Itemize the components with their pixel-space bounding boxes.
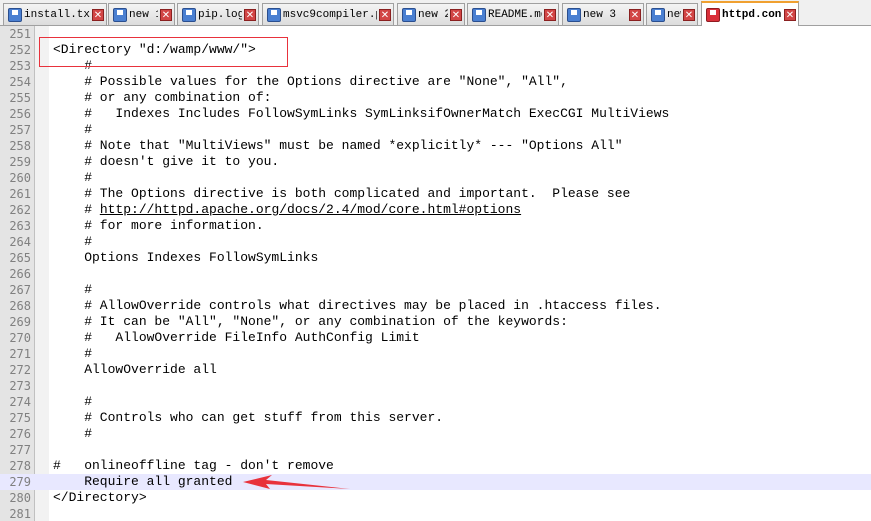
- close-tab-icon[interactable]: ✕: [544, 8, 556, 21]
- tab-label: msvc9compiler.py: [283, 8, 377, 21]
- tab-new-4[interactable]: new 4✕: [646, 3, 698, 25]
- tab-label: install.txt: [24, 8, 90, 21]
- saved-file-icon: [567, 7, 581, 22]
- tab-label: httpd.conf: [722, 8, 782, 21]
- saved-file-icon: [182, 7, 196, 22]
- saved-file-icon: [113, 7, 127, 22]
- saved-file-icon: [651, 7, 665, 22]
- tab-label: new 2: [418, 8, 448, 21]
- close-tab-icon[interactable]: ✕: [629, 8, 641, 21]
- close-tab-icon[interactable]: ✕: [450, 8, 462, 21]
- close-tab-icon[interactable]: ✕: [244, 8, 256, 21]
- close-tab-icon[interactable]: ✕: [379, 8, 391, 21]
- tab-httpd-conf[interactable]: httpd.conf ✕: [701, 1, 799, 26]
- unsaved-file-icon: [706, 7, 720, 22]
- tab-new-2[interactable]: new 2 ✕: [397, 3, 465, 25]
- tab-label: new 3: [583, 8, 617, 21]
- tab-new-3[interactable]: new 3 ✕: [562, 3, 644, 25]
- saved-file-icon: [267, 7, 281, 22]
- close-tab-icon[interactable]: ✕: [683, 8, 695, 21]
- saved-file-icon: [472, 7, 486, 22]
- close-tab-icon[interactable]: ✕: [92, 8, 104, 21]
- tab-readme-md[interactable]: README.md ✕: [467, 3, 559, 25]
- annotation-arrow: [243, 475, 350, 489]
- annotation-arrow-shape: [243, 475, 350, 489]
- tab-new-1[interactable]: new 1✕: [108, 3, 175, 25]
- tab-pip-log[interactable]: pip.log ✕: [177, 3, 259, 25]
- tab-label: new 4: [667, 8, 681, 21]
- tab-label: README.md: [488, 8, 542, 21]
- tab-bar: install.txt✕new 1✕pip.log✕msvc9compiler.…: [0, 0, 871, 26]
- tab-label: new 1: [129, 8, 158, 21]
- close-tab-icon[interactable]: ✕: [160, 8, 172, 21]
- tab-label: pip.log: [198, 8, 242, 21]
- close-tab-icon[interactable]: ✕: [784, 8, 796, 21]
- code-editor[interactable]: 251 252 <Directory "d:/wamp/www/"> 253 #254…: [0, 26, 871, 521]
- tab-msvc9compiler-py[interactable]: msvc9compiler.py✕: [262, 3, 394, 25]
- saved-file-icon: [402, 7, 416, 22]
- tab-install-txt[interactable]: install.txt ✕: [3, 3, 107, 25]
- saved-file-icon: [8, 7, 22, 22]
